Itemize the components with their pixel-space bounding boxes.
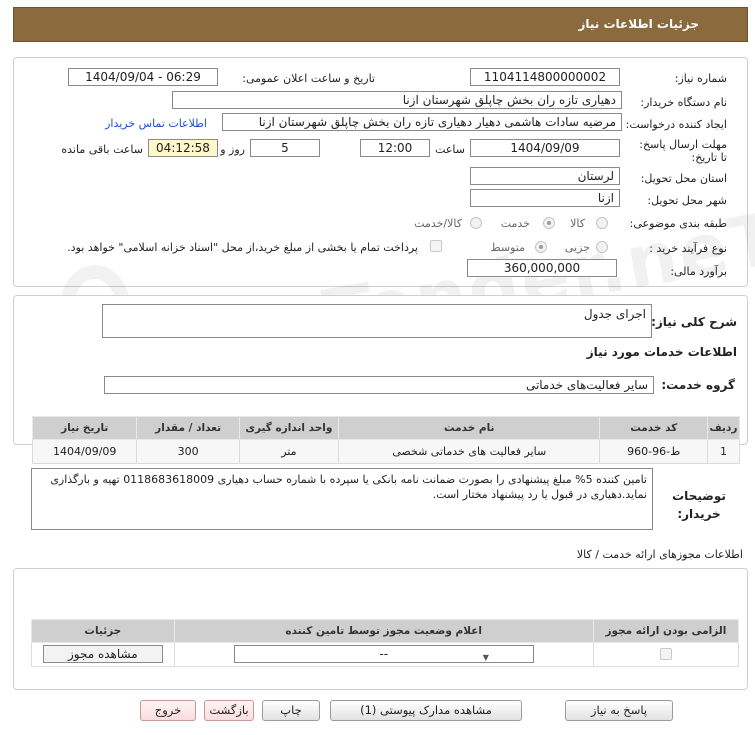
announce-date-field: 1404/09/04 - 06:29 [68, 68, 218, 86]
print-button[interactable]: چاپ [262, 700, 320, 721]
permit-status-selected-value: -- [379, 647, 389, 661]
table-row: -- ▼ مشاهده مجوز [31, 642, 740, 667]
cell-permit-details: مشاهده مجوز [31, 642, 175, 667]
deadline-time-label: ساعت [435, 143, 465, 156]
col-need-date: تاریخ نیاز [31, 416, 138, 440]
remaining-time-label: ساعت باقی مانده [61, 143, 143, 156]
col-permit-status: اعلام وضعیت مجوز توسط تامین کننده [173, 619, 594, 643]
category-radio-goods[interactable] [596, 217, 608, 229]
creator-field: مرضیه سادات هاشمی دهیار دهیاری تازه ران … [222, 113, 622, 131]
services-table-header: ردیف کد خدمت نام خدمت واحد اندازه گیری ت… [31, 416, 741, 440]
col-permit-required: الزامی بودن ارائه مجوز [592, 619, 740, 643]
city-field: ازنا [470, 189, 620, 207]
treasury-payment-note: پرداخت تمام یا بخشی از مبلغ خرید،از محل … [67, 241, 418, 254]
days-label: روز و [220, 143, 245, 156]
province-label: استان محل تحویل: [640, 172, 727, 185]
col-quantity: تعداد / مقدار [136, 416, 240, 440]
page-title: جزئیات اطلاعات نیاز [578, 17, 699, 31]
service-group-field: سایر فعالیت‌های خدماتی [104, 376, 654, 394]
cell-row-number: 1 [706, 439, 741, 464]
buyer-notes-textarea[interactable]: تامین کننده 5% مبلغ پیشنهادی را بصورت ضم… [31, 468, 653, 530]
summary-label: شرح کلی نیاز: [651, 315, 737, 329]
process-radio-minor[interactable] [596, 241, 608, 253]
budget-field: 360,000,000 [467, 259, 617, 277]
deadline-label: مهلت ارسال پاسخ: تا تاریخ: [639, 138, 727, 164]
permits-table-header: الزامی بودن ارائه مجوز اعلام وضعیت مجوز … [31, 619, 740, 643]
buyer-org-field: دهیاری تازه ران بخش چاپلق شهرستان ازنا [172, 91, 622, 109]
need-number-field: 1104114800000002 [470, 68, 620, 86]
exit-button[interactable]: خروج [140, 700, 196, 721]
category-option-goods: کالا [570, 217, 585, 230]
summary-textarea[interactable]: اجرای جدول [102, 304, 652, 338]
col-service-code: کد خدمت [599, 416, 708, 440]
category-option-service: خدمت [500, 217, 530, 230]
col-permit-details: جزئیات [31, 619, 175, 643]
permit-status-select[interactable]: -- ▼ [233, 645, 534, 663]
service-group-label: گروه خدمت: [661, 378, 735, 392]
budget-label: برآورد مالی: [670, 265, 727, 278]
deadline-date-field: 1404/09/09 [470, 139, 620, 157]
process-label: نوع فرآیند خرید : [649, 242, 727, 255]
back-button[interactable]: بازگشت [204, 700, 254, 721]
view-attachments-button[interactable]: مشاهده مدارک پیوستی (1) [330, 700, 522, 721]
process-option-minor: جزیی [564, 241, 590, 254]
chevron-down-icon: ▼ [482, 653, 489, 662]
permits-table: الزامی بودن ارائه مجوز اعلام وضعیت مجوز … [31, 619, 740, 667]
cell-permit-required [592, 642, 740, 667]
col-service-name: نام خدمت [337, 416, 601, 440]
table-row: 1 ط-96-960 سایر فعالیت های خدماتی شخصی م… [31, 439, 741, 464]
cell-quantity: 300 [136, 439, 240, 464]
province-field: لرستان [470, 167, 620, 185]
services-table: ردیف کد خدمت نام خدمت واحد اندازه گیری ت… [31, 416, 741, 464]
treasury-payment-checkbox[interactable] [430, 240, 442, 252]
category-radio-service[interactable] [543, 217, 555, 229]
process-option-medium: متوسط [490, 241, 525, 254]
city-label: شهر محل تحویل: [647, 194, 727, 207]
reply-button[interactable]: پاسخ به نیاز [565, 700, 673, 721]
category-radio-goods-service[interactable] [470, 217, 482, 229]
permits-section-title: اطلاعات مجوزهای ارائه خدمت / کالا [576, 548, 743, 561]
col-unit: واحد اندازه گیری [238, 416, 339, 440]
buyer-org-label: نام دستگاه خریدار: [640, 96, 727, 109]
cell-service-name: سایر فعالیت های خدماتی شخصی [337, 439, 601, 464]
view-permit-button[interactable]: مشاهده مجوز [42, 645, 163, 663]
creator-label: ایجاد کننده درخواست: [625, 118, 727, 131]
cell-need-date: 1404/09/09 [31, 439, 138, 464]
col-row-number: ردیف [706, 416, 741, 440]
page-header: جزئیات اطلاعات نیاز [13, 7, 748, 42]
permit-required-checkbox [659, 648, 672, 660]
buyer-contact-link[interactable]: اطلاعات تماس خریدار [105, 117, 207, 130]
remaining-time-field: 04:12:58 [148, 139, 218, 157]
category-option-goods-service: کالا/خدمت [414, 217, 462, 230]
process-radio-medium[interactable] [535, 241, 547, 253]
category-label: طبقه بندی موضوعی: [629, 217, 727, 230]
cell-permit-status: -- ▼ [173, 642, 594, 667]
services-section-title: اطلاعات خدمات مورد نیاز [586, 345, 737, 359]
announce-date-label: تاریخ و ساعت اعلان عمومی: [242, 72, 375, 85]
cell-service-code: ط-96-960 [599, 439, 708, 464]
remaining-days-field: 5 [250, 139, 320, 157]
buyer-notes-label: توضیحات خریدار: [672, 489, 726, 521]
deadline-time-field: 12:00 [360, 139, 430, 157]
cell-unit: متر [238, 439, 339, 464]
need-number-label: شماره نیاز: [674, 72, 727, 85]
